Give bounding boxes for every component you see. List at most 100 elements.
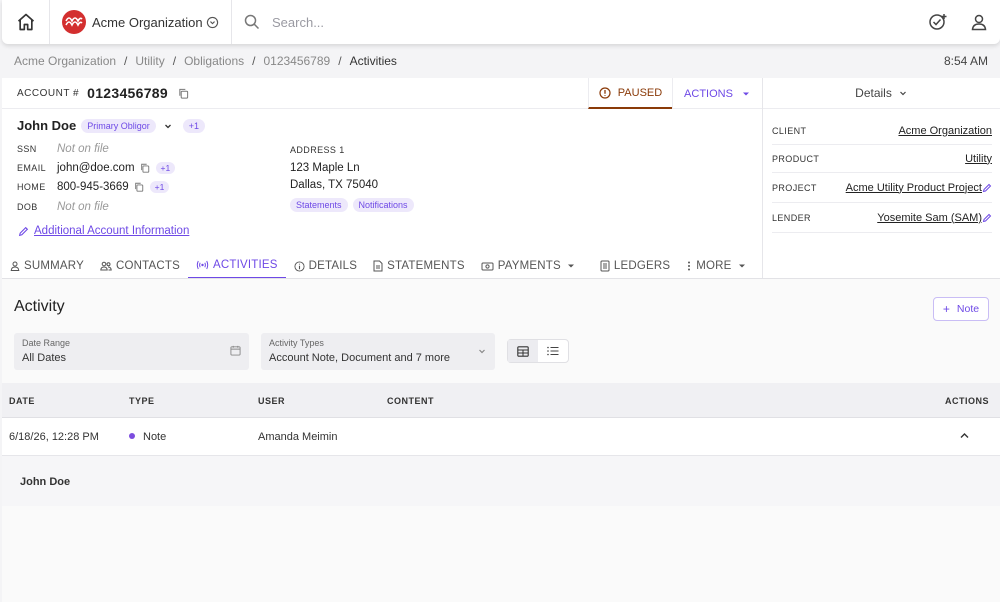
detail-project-link[interactable]: Acme Utility Product Project [846,182,982,194]
additional-info-link[interactable]: Additional Account Information [18,225,189,237]
ssn-label: SSN [17,144,37,154]
kebab-icon [688,261,691,271]
grid-view-button[interactable] [508,340,538,362]
home-phone-field: HOME 800-945-3669 +1 [17,181,170,193]
tag-notifications: Notifications [352,198,414,212]
breadcrumb-product[interactable]: Utility [135,54,164,68]
account-tabs: SUMMARY CONTACTS ACTIVITIES DETAILS STAT… [2,253,762,279]
activity-types-select[interactable]: Activity Types Account Note, Document an… [261,333,495,370]
email-value[interactable]: john@doe.com [57,162,135,174]
account-number: 0123456789 [87,85,168,101]
task-add-icon[interactable] [928,12,948,32]
chevron-up-icon[interactable] [959,431,970,441]
dob-field: DOB Not on file [17,201,109,213]
pencil-icon [18,226,29,236]
broadcast-icon [196,260,209,270]
org-name: Acme Organization [92,14,203,30]
tab-more[interactable]: MORE [678,253,758,279]
account-panel: ACCOUNT # 0123456789 PAUSED ACTIONS Deta… [2,78,1000,602]
add-note-button[interactable]: + Note [933,297,989,321]
tab-label: SUMMARY [24,260,84,272]
email-more-badge[interactable]: +1 [155,162,176,174]
info-icon [294,260,305,272]
address-line1: 123 Maple Ln [290,162,360,174]
detail-key: CLIENT [772,125,807,136]
copy-icon[interactable] [178,88,189,99]
actions-label: ACTIONS [684,87,733,100]
row-date: 6/18/26, 12:28 PM [9,431,99,443]
tab-ledgers[interactable]: LEDGERS [592,253,678,279]
col-content[interactable]: CONTENT [387,396,434,406]
home-more-badge[interactable]: +1 [149,181,170,193]
breadcrumb-org[interactable]: Acme Organization [14,54,116,68]
user-icon[interactable] [970,13,988,31]
col-type[interactable]: TYPE [129,396,155,406]
chevron-down-icon [479,349,485,354]
obligor-name: John Doe [17,118,77,133]
detail-client-link[interactable]: Acme Organization [898,125,992,137]
dob-value: Not on file [57,201,109,213]
pencil-icon[interactable] [982,213,992,223]
address-tags: Statements Notifications [290,198,414,212]
activity-section: Activity + Note Date Range All Dates Act… [2,279,1000,602]
obligor-more-badge[interactable]: +1 [182,118,206,133]
copy-icon[interactable] [140,163,150,173]
search-icon [244,14,260,30]
home-phone-value[interactable]: 800-945-3669 [57,181,129,193]
tab-label: CONTACTS [115,260,180,272]
circle-chevron-icon [206,16,219,28]
pencil-icon[interactable] [982,183,992,193]
tab-details[interactable]: DETAILS [286,253,365,279]
home-button[interactable] [2,0,50,44]
date-range-select[interactable]: Date Range All Dates [14,333,249,370]
address-line2: Dallas, TX 75040 [290,179,379,191]
breadcrumb-account[interactable]: 0123456789 [263,54,330,68]
document-icon [373,260,383,272]
tab-label: MORE [696,260,732,272]
status-label: PAUSED [617,86,663,99]
tab-payments[interactable]: PAYMENTS [473,253,588,279]
tag-statements: Statements [290,198,348,212]
tab-activities[interactable]: ACTIVITIES [187,253,286,279]
status-paused[interactable]: PAUSED [588,78,672,109]
date-range-label: Date Range [22,338,71,348]
home-icon [17,13,34,31]
details-toggle[interactable]: Details [763,78,1000,109]
date-range-value: All Dates [22,352,67,364]
ssn-value: Not on file [57,143,109,155]
alert-circle-icon [599,86,611,99]
top-bar: Acme Organization [2,0,1000,44]
row-user: Amanda Meimin [258,431,338,443]
detail-lender-link[interactable]: Yosemite Sam (SAM) [877,212,982,224]
tab-summary[interactable]: SUMMARY [2,253,92,279]
account-label: ACCOUNT # [17,87,80,99]
people-icon [100,261,112,271]
cash-icon [481,262,494,271]
list-view-button[interactable] [538,340,568,362]
org-switcher[interactable]: Acme Organization [50,0,232,44]
detail-product-link[interactable]: Utility [965,153,992,165]
breadcrumb-obligations[interactable]: Obligations [184,54,244,68]
additional-info-label: Additional Account Information [34,225,190,237]
row-type-label: Note [143,431,167,443]
col-date[interactable]: DATE [9,396,35,406]
list-icon [547,346,559,356]
copy-icon[interactable] [134,182,144,192]
ledger-icon [600,260,610,272]
col-user[interactable]: USER [258,396,285,406]
col-actions: ACTIONS [945,396,989,406]
detail-row-project: PROJECT Acme Utility Product Project [772,173,992,203]
plus-icon: + [942,302,950,316]
detail-row-product: PRODUCT Utility [772,145,992,173]
detail-row-lender: LENDER Yosemite Sam (SAM) [772,203,992,233]
tab-label: ACTIVITIES [212,259,278,271]
tab-contacts[interactable]: CONTACTS [92,253,188,279]
actions-button[interactable]: ACTIONS [672,78,762,109]
activity-table-header: DATE TYPE USER CONTENT ACTIONS [2,383,1000,418]
activity-types-value: Account Note, Document and 7 more [269,352,450,364]
tab-statements[interactable]: STATEMENTS [365,253,473,279]
table-row[interactable]: 6/18/26, 12:28 PM Note Amanda Meimin [2,418,1000,456]
chevron-down-icon[interactable] [163,121,173,131]
detail-value-wrap: Yosemite Sam (SAM) [877,212,992,224]
search-input[interactable] [272,14,572,30]
